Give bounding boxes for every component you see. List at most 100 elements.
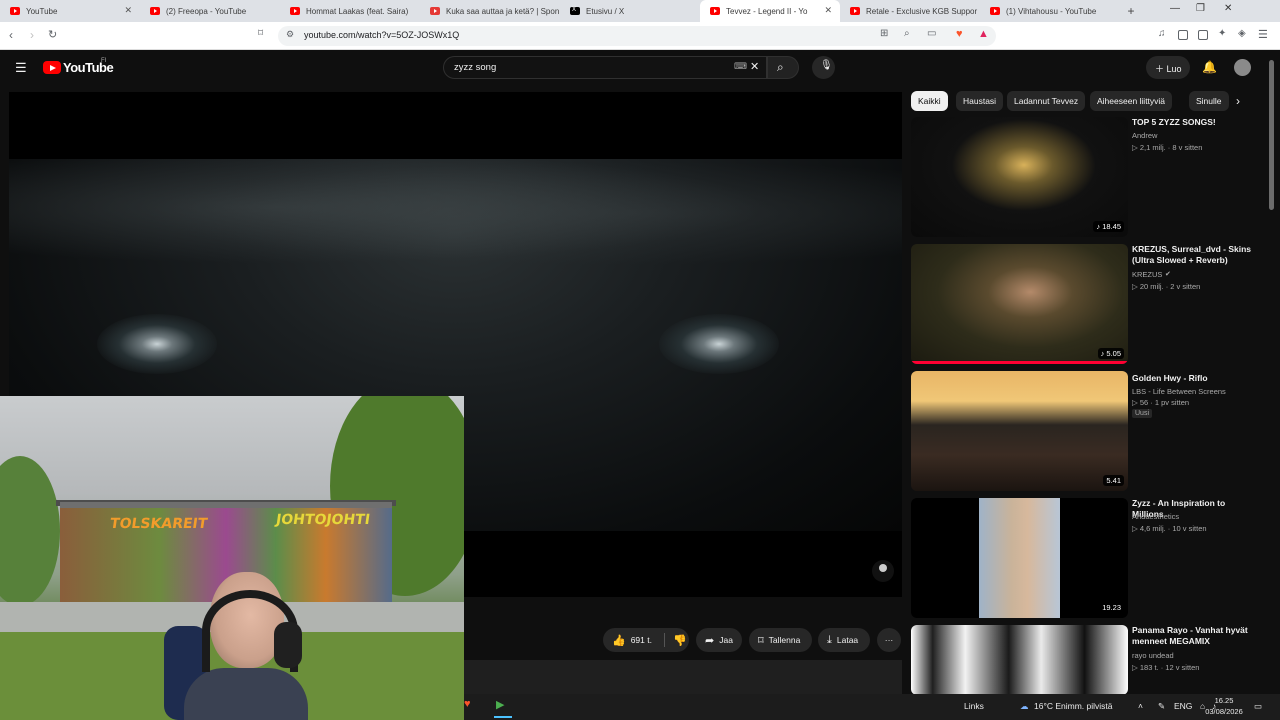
recommendation-item[interactable]: 5.41 Golden Hwy - Riflo LBS - Life Betwe… [911,371,1261,491]
video-thumbnail[interactable] [911,625,1128,695]
tab-title: (1) Vihtahousu - YouTube [1006,6,1097,16]
youtube-logo-icon[interactable] [43,61,61,74]
youtube-icon [10,7,20,15]
chevron-right-icon[interactable]: › [1236,94,1240,108]
video-thumbnail[interactable]: ♪ 5.05 [911,244,1128,364]
weather-text[interactable]: 16°C Enimm. pilvistä [1034,701,1113,711]
account-avatar[interactable] [1234,59,1251,76]
watch-progress-bar [911,361,1128,364]
hamburger-menu-icon[interactable]: ☰ [15,60,27,76]
video-meta: ▷ 183 t. · 12 v sitten [1132,663,1200,672]
region-code: FI [101,58,107,64]
channel-name[interactable]: LBS - Life Between Screens [1132,387,1226,396]
pen-icon[interactable]: ✎ [1158,701,1165,712]
wallet-icon[interactable] [1198,30,1208,40]
address-bar-row: ‹ › ↻ ⌑ ⚙ youtube.com/watch?v=5OZ-JOSWx1… [0,22,1280,50]
channel-name[interactable]: rayo undead [1132,651,1174,660]
recommendation-item[interactable]: Panama Rayo - Vanhat hyvät menneet MEGAM… [911,625,1261,695]
channel-name[interactable]: Andaesthetics [1132,512,1179,521]
reload-icon[interactable]: ↻ [48,28,57,41]
recommendation-item[interactable]: ♪ 18.45 TOP 5 ZYZZ SONGS! Andrew ▷ 2,1 m… [911,117,1261,237]
like-count[interactable]: 691 t. [631,635,652,645]
video-thumbnail[interactable]: 19.23 [911,498,1128,618]
video-thumbnail[interactable]: 5.41 [911,371,1128,491]
duration-badge: ♪ 5.05 [1097,348,1124,359]
back-icon[interactable]: ‹ [9,28,13,42]
browser-tab[interactable]: Retale - Exclusive KGB Suppor [840,0,980,22]
recommendation-item[interactable]: ♪ 5.05 KREZUS, Surreal_dvd - Skins (Ultr… [911,244,1261,364]
page-scrollbar[interactable] [1268,60,1276,690]
brave-browser-icon[interactable]: ♥ [464,698,480,714]
download-button[interactable]: ⤓ Lataa [818,628,870,652]
new-tab-button[interactable]: + [1120,4,1142,18]
chip-from-search[interactable]: Haustasi [956,91,1004,111]
like-icon[interactable]: 👍 [612,634,626,647]
close-icon[interactable]: ✕ [124,5,132,16]
zoom-icon[interactable]: ⌕ [904,28,910,39]
chip-uploader[interactable]: Ladannut Tevvez [1007,91,1086,111]
graffiti-text-left: TOLSKAREIT [108,516,209,532]
chip-for-you[interactable]: Sinulle [1189,91,1229,111]
brave-rewards-icon[interactable]: ▲ [978,28,989,40]
scrollbar-thumb[interactable] [1269,60,1274,210]
clock-date[interactable]: 03/08/2026 [1198,707,1250,716]
dislike-icon[interactable]: 👎 [673,634,687,647]
video-meta: ▷ 2,1 milj. · 8 v sitten [1132,143,1203,152]
more-icon: ··· [884,635,894,645]
youtube-icon [290,7,300,15]
clock-time[interactable]: 16.25 [1198,696,1250,705]
translate-icon[interactable]: ⊞ [880,28,888,39]
forward-icon[interactable]: › [30,28,34,42]
recommendation-title[interactable]: Golden Hwy - Riflo [1132,373,1252,384]
chip-all[interactable]: Kaikki [911,91,948,111]
browser-tab-active[interactable]: Tevvez - Legend II - Yo ✕ [700,0,840,22]
maximize-button[interactable]: ❐ [1196,3,1205,14]
browser-tab[interactable]: Hommat Laakas (feat. Saira) [280,0,420,22]
search-button[interactable]: ⌕ [767,56,799,79]
cast-icon[interactable]: ▭ [927,28,936,39]
save-button[interactable]: ⌑ Tallenna [749,628,812,652]
recommendation-title[interactable]: KREZUS, Surreal_dvd - Skins (Ultra Slowe… [1132,244,1252,266]
channel-name[interactable]: KREZUS [1132,270,1162,279]
keyboard-icon[interactable]: ⌨ [734,61,747,72]
language-indicator[interactable]: ENG [1174,701,1192,711]
chip-related[interactable]: Aiheeseen liittyviä [1090,91,1173,111]
video-meta: ▷ 56 · 1 pv sitten [1132,398,1190,407]
share-button[interactable]: ➦ Jaa [696,628,742,652]
vpn-icon[interactable]: ◈ [1238,28,1246,39]
browser-tab[interactable]: Kuka saa auttaa ja ketä? | Spon [420,0,560,22]
close-icon[interactable]: ✕ [824,5,832,16]
browser-tab[interactable]: (1) Vihtahousu - YouTube [980,0,1120,22]
channel-name[interactable]: Andrew [1132,131,1157,140]
browser-tab[interactable]: (2) Freeopa - YouTube [140,0,280,22]
bookmark-icon[interactable]: ⌑ [258,28,263,39]
brave-shield-icon[interactable]: ♥ [956,28,963,40]
browser-tab[interactable]: YouTube ✕ [0,0,140,22]
minimize-button[interactable]: — [1170,3,1180,14]
create-button[interactable]: ＋ Luo [1146,56,1190,79]
voice-search-button[interactable]: 🎙 [812,56,835,79]
notifications-bell-icon[interactable]: 🔔 [1202,60,1217,74]
recommendation-title[interactable]: TOP 5 ZYZZ SONGS! [1132,117,1252,128]
video-description-box[interactable] [464,660,902,694]
media-icon[interactable]: ♫ [1158,28,1166,39]
tray-expand-icon[interactable]: ˄ [1138,701,1143,711]
search-input[interactable]: zyzz song ⌨ ✕ [443,56,767,79]
notification-center-icon[interactable]: ▭ [1254,701,1262,712]
more-actions-button[interactable]: ··· [877,628,901,652]
duration-badge: ♪ 18.45 [1093,221,1124,232]
site-info-icon[interactable]: ⚙ [286,29,294,40]
sidebar-icon[interactable] [1178,30,1188,40]
recommendation-title[interactable]: Panama Rayo - Vanhat hyvät menneet MEGAM… [1132,625,1252,647]
close-window-button[interactable]: ✕ [1224,3,1232,14]
microphone-icon: 🎙 [820,60,833,71]
browser-tab[interactable]: Etusivu / X [560,0,700,22]
video-thumbnail[interactable]: ♪ 18.45 [911,117,1128,237]
leo-ai-icon[interactable]: ✦ [1218,28,1226,39]
recommendation-item[interactable]: 19.23 Zyzz - An Inspiration to Millions … [911,498,1261,618]
channel-watermark[interactable] [872,560,894,582]
menu-icon[interactable]: ☰ [1258,28,1268,41]
clear-search-icon[interactable]: ✕ [750,60,759,73]
media-player-icon[interactable]: ▶ [496,698,512,714]
links-toolbar[interactable]: Links [964,701,984,711]
